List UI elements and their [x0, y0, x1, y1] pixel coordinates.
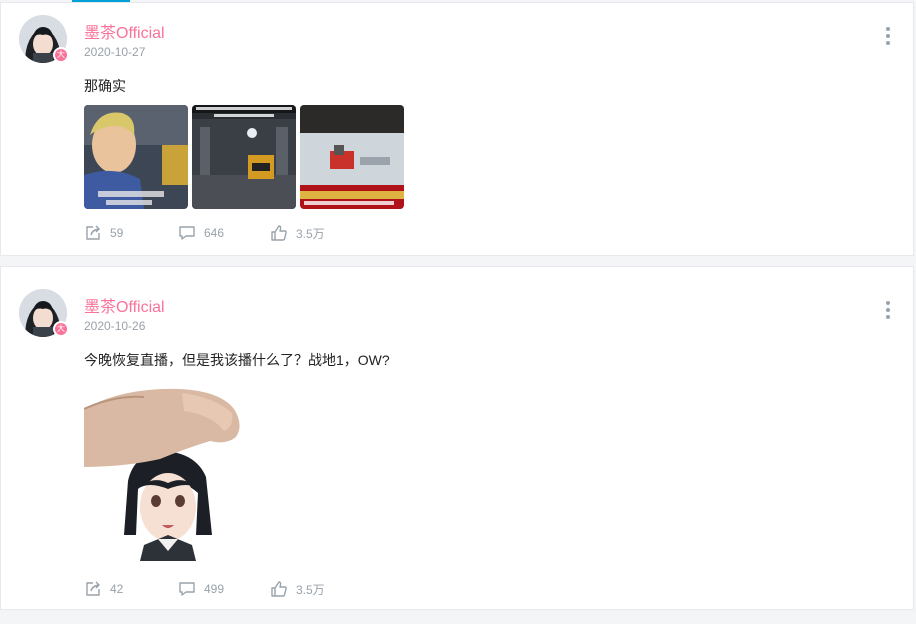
- dynamic-card: 大 墨茶Official 2020-10-26 今晚恢复直播，但是我该播什么了？…: [0, 266, 914, 610]
- more-icon[interactable]: [885, 27, 891, 45]
- share-icon: [86, 581, 100, 596]
- more-icon[interactable]: [885, 301, 891, 319]
- vip-badge-icon: 大: [53, 321, 69, 337]
- post-image-1[interactable]: [84, 105, 188, 209]
- vip-badge-icon: 大: [53, 47, 69, 63]
- post-text: 今晚恢复直播，但是我该播什么了？战地1，OW?: [84, 352, 390, 368]
- post-date[interactable]: 2020-10-26: [84, 319, 145, 333]
- like-button[interactable]: 3.5万: [270, 224, 325, 242]
- dynamic-card: 大 墨茶Official 2020-10-27 那确实 59 646 3.5万: [0, 2, 914, 256]
- post-image-3[interactable]: [300, 105, 404, 209]
- username[interactable]: 墨茶Official: [84, 293, 165, 317]
- like-count: 3.5万: [296, 226, 325, 241]
- share-count: 42: [110, 582, 124, 596]
- post-text: 那确实: [84, 78, 126, 94]
- post-image-2[interactable]: [192, 105, 296, 209]
- comment-count: 499: [204, 582, 225, 596]
- share-button[interactable]: 42: [84, 580, 178, 598]
- action-bar: 42 499 3.5万: [84, 579, 325, 599]
- username[interactable]: 墨茶Official: [84, 19, 165, 43]
- comment-icon: [179, 582, 195, 596]
- like-button[interactable]: 3.5万: [270, 580, 325, 598]
- comment-count: 646: [204, 226, 225, 240]
- like-count: 3.5万: [296, 582, 325, 597]
- share-button[interactable]: 59: [84, 224, 178, 242]
- comment-button[interactable]: 499: [178, 580, 270, 598]
- like-icon: [271, 225, 287, 241]
- action-bar: 59 646 3.5万: [84, 223, 325, 243]
- post-date[interactable]: 2020-10-27: [84, 45, 145, 59]
- comment-button[interactable]: 646: [178, 224, 270, 242]
- comment-icon: [179, 226, 195, 240]
- post-gif-image[interactable]: [83, 385, 244, 561]
- like-icon: [271, 581, 287, 597]
- share-icon: [86, 225, 100, 240]
- share-count: 59: [110, 226, 124, 240]
